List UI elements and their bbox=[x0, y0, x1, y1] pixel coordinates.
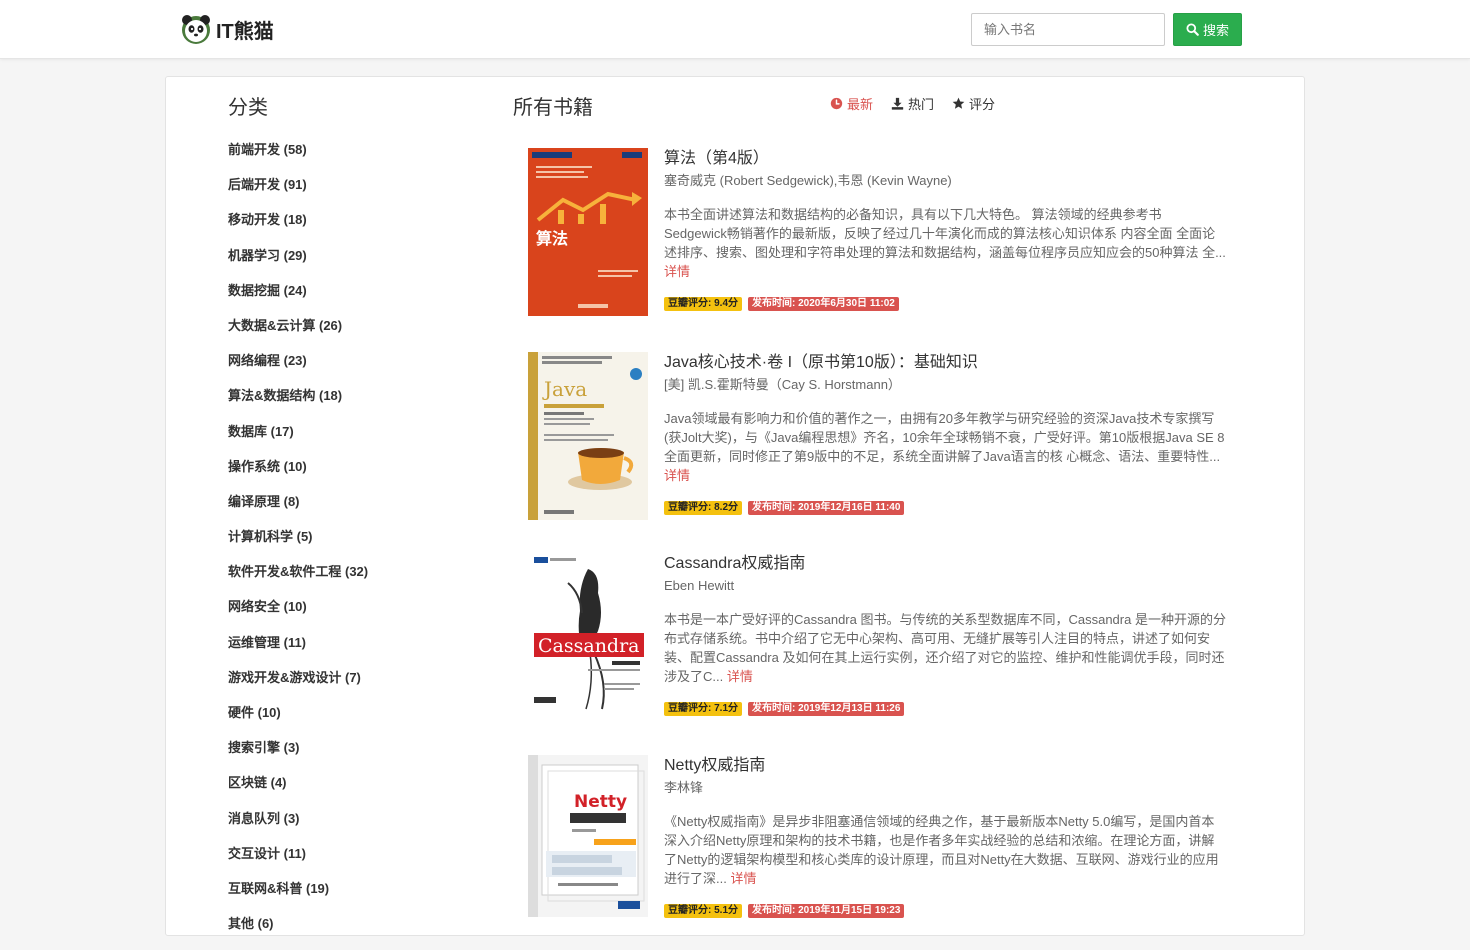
book-cover[interactable]: 算法 bbox=[528, 148, 648, 316]
book-title[interactable]: Cassandra权威指南 bbox=[664, 553, 1226, 575]
category-title: 分类 bbox=[228, 97, 268, 119]
book-cover[interactable]: Cassandra bbox=[528, 553, 648, 721]
book-description: 本书全面讲述算法和数据结构的必备知识，具有以下几大特色。 算法领域的经典参考书 … bbox=[664, 205, 1226, 281]
category-item[interactable]: 计算机科学 (5) bbox=[228, 528, 368, 563]
book-cover[interactable]: Netty bbox=[528, 755, 648, 923]
category-item[interactable]: 大数据&云计算 (26) bbox=[228, 317, 368, 352]
sort-rating-link[interactable]: 评分 bbox=[952, 94, 995, 113]
category-item[interactable]: 互联网&科普 (19) bbox=[228, 880, 368, 915]
rating-badge: 豆瓣评分: 8.2分 bbox=[664, 501, 743, 515]
clock-icon bbox=[830, 97, 843, 110]
book-badges: 豆瓣评分: 8.2分 发布时间: 2019年12月16日 11:40 bbox=[664, 501, 1226, 515]
rating-badge: 豆瓣评分: 9.4分 bbox=[664, 297, 743, 311]
sort-rating-label: 评分 bbox=[969, 97, 996, 112]
brand-name: IT熊猫 bbox=[216, 20, 274, 43]
category-item[interactable]: 硬件 (10) bbox=[228, 704, 368, 739]
sort-latest-label: 最新 bbox=[847, 97, 874, 112]
publish-time-badge: 发布时间: 2019年11月15日 19:23 bbox=[748, 904, 905, 918]
publish-time-badge: 发布时间: 2019年12月16日 11:40 bbox=[748, 501, 905, 515]
search-button-label: 搜索 bbox=[1202, 23, 1229, 38]
rating-badge: 豆瓣评分: 7.1分 bbox=[664, 702, 743, 716]
book-description-text: Java领域最有影响力和价值的著作之一，由拥有20多年教学与研究经验的资深Jav… bbox=[664, 411, 1225, 464]
category-item[interactable]: 编译原理 (8) bbox=[228, 493, 368, 528]
book-author: 李林锋 bbox=[664, 780, 704, 795]
book-details-link[interactable]: 详情 bbox=[664, 468, 690, 483]
brand[interactable]: IT熊猫 bbox=[180, 12, 274, 46]
publish-time-badge: 发布时间: 2020年6月30日 11:02 bbox=[748, 297, 899, 311]
category-item[interactable]: 运维管理 (11) bbox=[228, 634, 368, 669]
book-author: 塞奇威克 (Robert Sedgewick),韦恩 (Kevin Wayne) bbox=[664, 173, 952, 188]
category-item[interactable]: 其他 (6) bbox=[228, 915, 368, 950]
book-details-link[interactable]: 详情 bbox=[727, 669, 753, 684]
category-item[interactable]: 算法&数据结构 (18) bbox=[228, 387, 368, 422]
book-title[interactable]: Netty权威指南 bbox=[664, 755, 1226, 777]
book-author: [美] 凯.S.霍斯特曼（Cay S. Horstmann） bbox=[664, 377, 901, 392]
book-description: 本书是一本广受好评的Cassandra 图书。与传统的关系型数据库不同，Cass… bbox=[664, 610, 1226, 686]
book-badges: 豆瓣评分: 7.1分 发布时间: 2019年12月13日 11:26 bbox=[664, 702, 1226, 716]
book-badges: 豆瓣评分: 9.4分 发布时间: 2020年6月30日 11:02 bbox=[664, 297, 1226, 311]
star-icon bbox=[952, 97, 965, 109]
category-item[interactable]: 数据挖掘 (24) bbox=[228, 282, 368, 317]
panda-logo-icon bbox=[182, 15, 210, 44]
book-cover[interactable]: Java bbox=[528, 352, 648, 520]
category-list: 前端开发 (58) 后端开发 (91) 移动开发 (18) 机器学习 (29) … bbox=[228, 141, 368, 950]
navbar: IT熊猫 搜索 bbox=[0, 0, 1470, 59]
category-item[interactable]: 网络编程 (23) bbox=[228, 352, 368, 387]
book-badges: 豆瓣评分: 5.1分 发布时间: 2019年11月15日 19:23 bbox=[664, 904, 1226, 918]
category-item[interactable]: 机器学习 (29) bbox=[228, 247, 368, 282]
book-description: Java领域最有影响力和价值的著作之一，由拥有20多年教学与研究经验的资深Jav… bbox=[664, 409, 1226, 485]
book-title[interactable]: Java核心技术·卷 I（原书第10版）：基础知识 bbox=[664, 352, 1226, 374]
category-item[interactable]: 软件开发&软件工程 (32) bbox=[228, 563, 368, 598]
book-details-link[interactable]: 详情 bbox=[664, 264, 690, 279]
category-item[interactable]: 网络安全 (10) bbox=[228, 598, 368, 633]
category-item[interactable]: 搜索引擎 (3) bbox=[228, 739, 368, 774]
book-description-text: 本书全面讲述算法和数据结构的必备知识，具有以下几大特色。 算法领域的经典参考书 … bbox=[664, 207, 1226, 260]
book-author: Eben Hewitt bbox=[664, 578, 735, 593]
book-description: 《Netty权威指南》是异步非阻塞通信领域的经典之作，基于最新版本Netty 5… bbox=[664, 812, 1226, 888]
search-icon bbox=[1186, 23, 1199, 36]
category-item[interactable]: 游戏开发&游戏设计 (7) bbox=[228, 669, 368, 704]
publish-time-badge: 发布时间: 2019年12月13日 11:26 bbox=[748, 702, 905, 716]
cover-title: Cassandra bbox=[538, 635, 640, 657]
book-info: 算法（第4版） 塞奇威克 (Robert Sedgewick),韦恩 (Kevi… bbox=[664, 148, 1226, 311]
category-item[interactable]: 前端开发 (58) bbox=[228, 141, 368, 176]
book-info: Netty权威指南 李林锋 《Netty权威指南》是异步非阻塞通信领域的经典之作… bbox=[664, 755, 1226, 918]
category-item[interactable]: 后端开发 (91) bbox=[228, 176, 368, 211]
sort-latest-link[interactable]: 最新 bbox=[830, 94, 873, 113]
category-item[interactable]: 消息队列 (3) bbox=[228, 810, 368, 845]
category-item[interactable]: 移动开发 (18) bbox=[228, 211, 368, 246]
book-info: Java核心技术·卷 I（原书第10版）：基础知识 [美] 凯.S.霍斯特曼（C… bbox=[664, 352, 1226, 515]
books-title: 所有书籍 bbox=[513, 97, 593, 119]
category-item[interactable]: 数据库 (17) bbox=[228, 423, 368, 458]
book-info: Cassandra权威指南 Eben Hewitt 本书是一本广受好评的Cass… bbox=[664, 553, 1226, 716]
sort-hot-label: 热门 bbox=[908, 97, 935, 112]
sort-hot-link[interactable]: 热门 bbox=[891, 94, 934, 113]
cover-title: Netty bbox=[574, 792, 627, 812]
category-item[interactable]: 交互设计 (11) bbox=[228, 845, 368, 880]
category-item[interactable]: 操作系统 (10) bbox=[228, 458, 368, 493]
cover-title: Java bbox=[542, 377, 587, 401]
category-item[interactable]: 区块链 (4) bbox=[228, 774, 368, 809]
search-input[interactable] bbox=[971, 13, 1165, 46]
book-details-link[interactable]: 详情 bbox=[730, 871, 756, 886]
download-icon bbox=[891, 97, 904, 110]
cover-title: 算法 bbox=[536, 229, 568, 248]
book-title[interactable]: 算法（第4版） bbox=[664, 148, 1226, 170]
rating-badge: 豆瓣评分: 5.1分 bbox=[664, 904, 743, 918]
search-button[interactable]: 搜索 bbox=[1173, 13, 1242, 46]
sort-links: 最新 热门 评分 bbox=[830, 94, 995, 113]
